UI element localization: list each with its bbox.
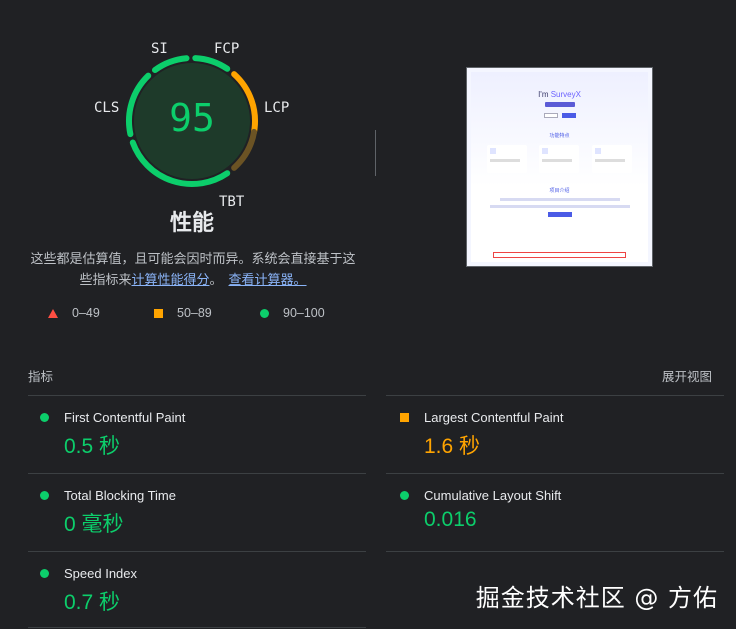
metric-name: Total Blocking Time [64,488,176,503]
screenshot-title: I'm SurveyX [471,90,648,99]
metric-value: 0.016 [424,508,477,531]
metric-value: 0 毫秒 [64,513,124,536]
metric-name: First Contentful Paint [64,410,186,425]
screenshot-card [539,145,580,173]
description-punct: 。 [209,272,223,287]
divider [386,473,724,474]
performance-title: 性能 [169,210,214,235]
divider [28,395,366,396]
screenshot-section-features: 功能特点 [549,133,570,139]
screenshot-card [487,145,528,173]
circle-icon [40,413,49,422]
metric-value: 0.5 秒 [64,435,121,458]
divider [28,627,366,628]
triangle-icon [48,308,58,318]
metric-value: 0.7 秒 [64,591,121,614]
screenshot-title-brand: SurveyX [550,90,581,99]
screenshot-subtitle [544,102,575,107]
screenshot-nav [471,72,648,80]
vertical-divider [375,130,376,176]
legend-average-label: 50–89 [177,306,212,320]
legend-good-label: 90–100 [283,306,325,320]
metric-name: Cumulative Layout Shift [424,488,562,503]
metric-cls: Cumulative Layout Shift 0.016 [400,488,700,532]
gauge-label-fcp: FCP [214,41,240,57]
metric-name: Largest Contentful Paint [424,410,564,425]
legend-good: 90–100 [260,306,366,320]
screenshot-btn-primary [561,113,576,118]
metric-name: Speed Index [64,566,138,581]
legend-poor: 0–49 [48,306,154,320]
screenshot-title-prefix: I'm [538,90,551,99]
metric-fcp: First Contentful Paint 0.5 秒 [40,410,340,460]
calc-score-link[interactable]: 计算性能得分 [131,272,209,287]
performance-score: 95 [169,96,215,140]
screenshot-buttons [471,113,648,118]
square-icon [154,308,163,318]
screenshot-paragraph [499,198,620,201]
watermark: 掘金技术社区 @ 方佑 [475,584,718,612]
metric-value: 1.6 秒 [424,435,481,458]
metrics-heading: 指标 [28,370,54,384]
gauge-label-lcp: LCP [264,100,290,116]
legend-poor-label: 0–49 [72,306,100,320]
screenshot-paragraph [489,205,630,208]
screenshot-section-intro: 项目介绍 [549,188,570,194]
legend-average: 50–89 [154,306,260,320]
metric-tbt: Total Blocking Time 0 毫秒 [40,488,340,538]
score-legend: 0–49 50–89 90–100 [48,306,366,320]
gauge-label-si: SI [151,41,168,57]
final-screenshot-thumbnail[interactable]: I'm SurveyX 功能特点 项目介绍 [466,67,653,267]
screenshot-bottom-bar [493,252,626,258]
performance-description: 这些都是估算值，且可能会因时而异。系统会直接基于这些指标来计算性能得分。 查看计算… [26,248,360,290]
screenshot-card [591,145,632,173]
square-icon [400,413,409,422]
screenshot-content: I'm SurveyX 功能特点 项目介绍 [471,72,648,262]
circle-icon [40,569,49,578]
divider [28,551,366,552]
circle-icon [400,491,409,500]
metrics-header: 指标 展开视图 [28,366,712,385]
metric-si: Speed Index 0.7 秒 [40,566,340,616]
divider [28,473,366,474]
screenshot-btn-secondary [543,113,558,118]
divider [386,395,724,396]
expand-view-toggle[interactable]: 展开视图 [662,366,712,385]
circle-icon [260,308,269,318]
divider [386,551,724,552]
screenshot-cta [547,212,572,217]
metric-lcp: Largest Contentful Paint 1.6 秒 [400,410,700,460]
gauge-label-cls: CLS [94,100,120,116]
screenshot-cards [471,145,648,173]
view-calculator-link[interactable]: 查看计算器。 [229,272,307,287]
circle-icon [40,491,49,500]
